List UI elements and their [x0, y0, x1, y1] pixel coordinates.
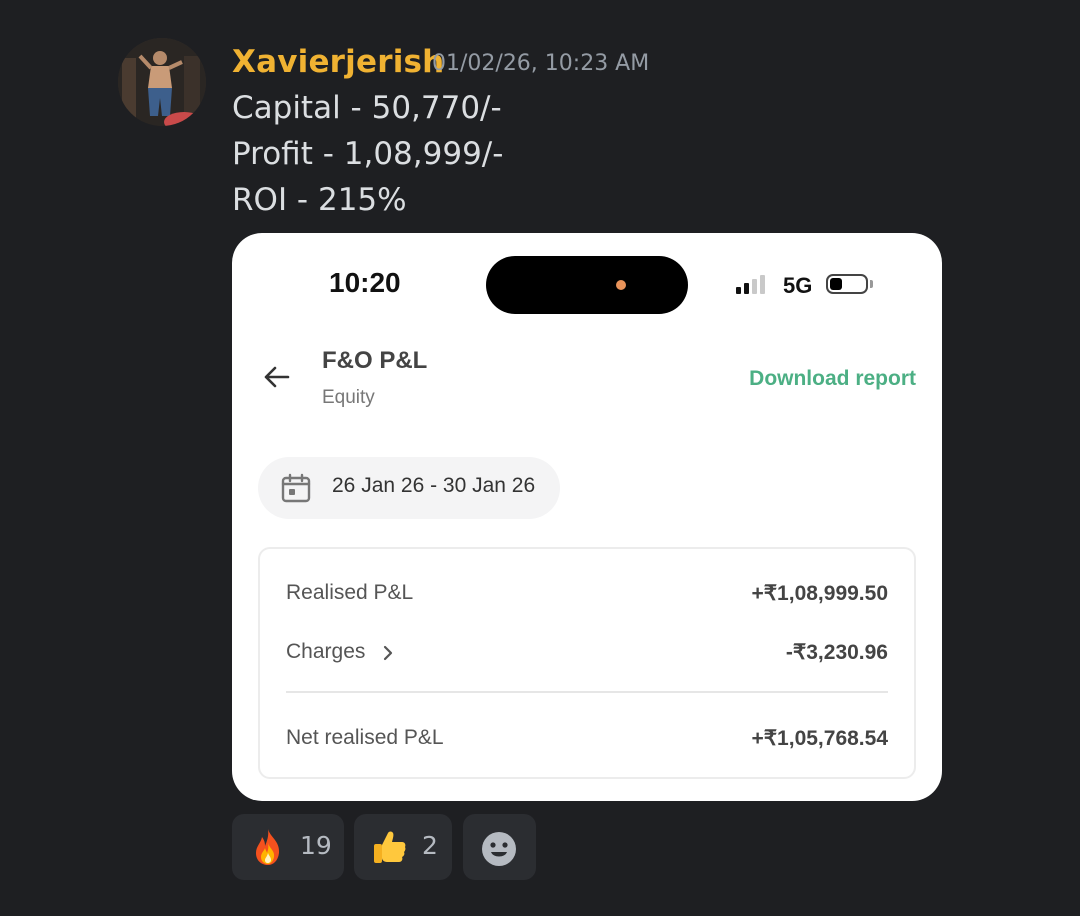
realised-pl-label: Realised P&L	[286, 581, 414, 604]
message-line-roi: ROI - 215%	[232, 182, 407, 218]
camera-indicator-dot	[616, 280, 626, 290]
dynamic-island	[486, 256, 688, 314]
date-range-label: 26 Jan 26 - 30 Jan 26	[332, 474, 536, 497]
back-arrow-icon[interactable]	[260, 361, 292, 393]
author-name[interactable]: Xavierjerish	[232, 40, 444, 84]
network-type: 5G	[783, 273, 813, 298]
add-reaction-icon	[482, 832, 516, 866]
download-report-link[interactable]: Download report	[749, 367, 916, 391]
reaction-count: 2	[422, 831, 438, 860]
page-subtitle: Equity	[322, 387, 375, 408]
battery-icon	[826, 274, 868, 294]
net-realised-pl-value: +₹1,05,768.54	[751, 727, 888, 750]
reaction-count: 19	[300, 831, 332, 860]
net-realised-pl-label: Net realised P&L	[286, 726, 444, 749]
charges-value: -₹3,230.96	[785, 641, 888, 664]
charges-label[interactable]: Charges	[286, 640, 365, 664]
reaction-fire[interactable]: 19	[232, 814, 344, 880]
message-line-profit: Profit - 1,08,999/-	[232, 136, 504, 172]
fire-icon	[256, 829, 280, 865]
date-range-picker[interactable]: 26 Jan 26 - 30 Jan 26	[258, 457, 560, 519]
reaction-thumbs-up[interactable]: 2	[354, 814, 452, 880]
chat-view: Xavierjerish 01/02/26, 10:23 AM Capital …	[0, 0, 1080, 916]
add-reaction-button[interactable]	[463, 814, 536, 880]
thumbs-up-icon	[374, 831, 406, 863]
realised-pl-value: +₹1,08,999.50	[751, 582, 888, 605]
pl-summary-card: Realised P&L +₹1,08,999.50 Charges -₹3,2…	[258, 547, 916, 779]
status-bar-time: 10:20	[329, 267, 401, 298]
avatar[interactable]	[118, 38, 206, 126]
signal-strength-icon	[736, 275, 768, 294]
chevron-right-icon[interactable]	[380, 643, 396, 663]
message-line-capital: Capital - 50,770/-	[232, 90, 502, 126]
calendar-icon	[281, 473, 311, 503]
battery-tip	[870, 280, 873, 288]
message-timestamp: 01/02/26, 10:23 AM	[432, 51, 650, 76]
divider	[286, 691, 888, 693]
attachment-image[interactable]: 10:20 5G F&O P&L Equity Download report …	[232, 233, 942, 801]
avatar-image	[118, 38, 206, 126]
page-title: F&O P&L	[322, 347, 428, 374]
